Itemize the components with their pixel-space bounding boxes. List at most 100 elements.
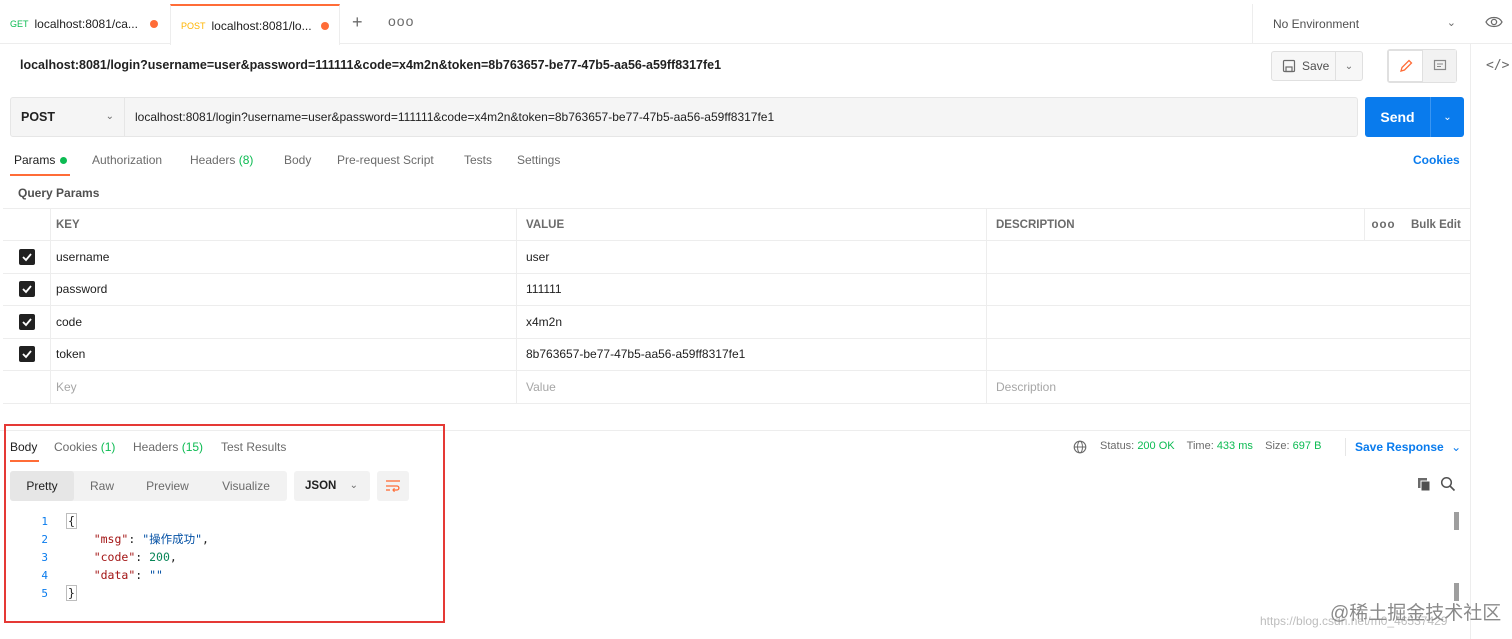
environment-label: No Environment bbox=[1273, 17, 1360, 31]
time-value[interactable]: 433 ms bbox=[1217, 440, 1253, 452]
chevron-down-icon: ⌄ bbox=[1446, 17, 1456, 29]
environment-select[interactable]: No Environment ⌄ bbox=[1252, 4, 1470, 44]
tab-headers-label: Headers bbox=[190, 153, 236, 167]
checkbox[interactable] bbox=[18, 248, 35, 265]
row-check-cell bbox=[3, 339, 50, 371]
param-value-cell[interactable]: 8b763657-be77-47b5-aa56-a59ff8317fe1 bbox=[516, 338, 986, 370]
checkbox[interactable] bbox=[18, 346, 35, 363]
param-description-cell[interactable] bbox=[986, 306, 1470, 338]
new-tab-plus-icon[interactable]: + bbox=[352, 12, 363, 33]
response-tab-test-results[interactable]: Test Results bbox=[221, 440, 286, 454]
response-tab-headers[interactable]: Headers (15) bbox=[133, 440, 203, 454]
param-value-cell[interactable]: user bbox=[516, 241, 986, 273]
url-input[interactable]: localhost:8081/login?username=user&passw… bbox=[125, 98, 1357, 136]
edit-mode-toggle bbox=[1387, 49, 1457, 83]
checkbox[interactable] bbox=[18, 281, 35, 298]
param-key-cell[interactable]: code bbox=[50, 306, 516, 338]
new-key-input[interactable]: Key bbox=[50, 371, 516, 403]
param-key-cell[interactable]: password bbox=[50, 273, 516, 305]
new-description-input[interactable]: Description bbox=[986, 371, 1470, 403]
code-line: 1 { bbox=[28, 512, 209, 530]
tab-method-badge: POST bbox=[181, 20, 206, 31]
code-close-brace: } bbox=[66, 585, 77, 601]
edit-pencil-button[interactable] bbox=[1388, 50, 1423, 82]
tab-method-badge: GET bbox=[10, 19, 29, 29]
eye-icon[interactable] bbox=[1484, 12, 1504, 32]
tab-more-icon[interactable]: ooo bbox=[388, 13, 414, 29]
send-button[interactable]: Send ⌄ bbox=[1365, 97, 1464, 137]
tab-label: localhost:8081/lo... bbox=[211, 18, 312, 33]
comments-button[interactable] bbox=[1423, 50, 1456, 82]
view-raw[interactable]: Raw bbox=[74, 471, 130, 501]
tab-params[interactable]: Params bbox=[14, 153, 68, 167]
save-response-button[interactable]: Save Response ⌄ bbox=[1355, 440, 1461, 454]
unsaved-dot-icon bbox=[150, 20, 158, 28]
param-description-cell[interactable] bbox=[986, 241, 1470, 273]
param-description-cell[interactable] bbox=[986, 338, 1470, 370]
chevron-down-icon: ⌄ bbox=[349, 480, 358, 491]
cookies-link[interactable]: Cookies bbox=[1413, 153, 1460, 167]
status-value[interactable]: 200 OK bbox=[1137, 440, 1174, 452]
copy-icon[interactable] bbox=[1416, 476, 1432, 492]
view-visualize[interactable]: Visualize bbox=[205, 471, 287, 501]
row-check-cell bbox=[3, 274, 50, 306]
checkmark-icon bbox=[21, 318, 32, 327]
json-key: "code" bbox=[93, 550, 136, 564]
chevron-down-icon: ⌄ bbox=[105, 111, 114, 122]
response-tab-cookies[interactable]: Cookies (1) bbox=[54, 440, 115, 454]
param-key-cell[interactable]: username bbox=[50, 241, 516, 273]
param-description-cell[interactable] bbox=[986, 273, 1470, 305]
tab-body[interactable]: Body bbox=[284, 153, 311, 167]
save-options-chevron-icon[interactable]: ⌄ bbox=[1336, 61, 1362, 72]
request-tab-get[interactable]: GET localhost:8081/ca... bbox=[0, 4, 168, 44]
response-status-line: Status: 200 OK Time: 433 ms Size: 697 B bbox=[1100, 440, 1321, 452]
request-tab-post[interactable]: POST localhost:8081/lo... bbox=[170, 4, 340, 45]
checkbox[interactable] bbox=[18, 313, 35, 330]
tab-bar: GET localhost:8081/ca... POST localhost:… bbox=[0, 0, 1512, 45]
table-row-new: Key Value Description bbox=[3, 371, 1470, 404]
bulk-edit-button[interactable]: Bulk Edit bbox=[1402, 209, 1470, 240]
code-punct: : bbox=[128, 532, 143, 546]
tab-authorization[interactable]: Authorization bbox=[92, 153, 162, 167]
active-tab-underline bbox=[10, 174, 70, 176]
param-value-cell[interactable]: 111111 bbox=[516, 273, 986, 305]
checkmark-icon bbox=[21, 253, 32, 262]
response-tab-body[interactable]: Body bbox=[10, 440, 37, 454]
save-button[interactable]: Save ⌄ bbox=[1271, 51, 1363, 81]
query-params-table: KEY VALUE DESCRIPTION ooo Bulk Edit user… bbox=[3, 208, 1470, 404]
line-number: 2 bbox=[41, 532, 48, 546]
new-value-input[interactable]: Value bbox=[516, 371, 986, 403]
http-method-select[interactable]: POST ⌄ bbox=[11, 98, 125, 136]
header-check-cell bbox=[3, 209, 50, 240]
code-snippet-icon[interactable]: </> bbox=[1486, 58, 1509, 73]
code-punct: : bbox=[135, 568, 150, 582]
response-body-code[interactable]: 1 { 2 "msg": "操作成功", 3 "code": 200, 4 "d… bbox=[28, 512, 209, 602]
send-options-chevron-icon[interactable]: ⌄ bbox=[1431, 97, 1464, 137]
format-select[interactable]: JSON ⌄ bbox=[294, 471, 370, 501]
code-open-brace: { bbox=[66, 513, 77, 529]
wrap-lines-button[interactable] bbox=[377, 471, 409, 501]
globe-icon[interactable] bbox=[1073, 440, 1087, 454]
code-line: 4 "data": "" bbox=[28, 566, 209, 584]
view-pretty[interactable]: Pretty bbox=[10, 471, 74, 501]
search-icon[interactable] bbox=[1440, 476, 1456, 492]
tab-settings[interactable]: Settings bbox=[517, 153, 560, 167]
size-value[interactable]: 697 B bbox=[1293, 440, 1322, 452]
status-label: Status: bbox=[1100, 440, 1135, 452]
tab-prerequest-script[interactable]: Pre-request Script bbox=[337, 153, 434, 167]
code-punct: , bbox=[169, 550, 177, 564]
response-tab-headers-label: Headers bbox=[133, 440, 179, 454]
table-row: token 8b763657-be77-47b5-aa56-a59ff8317f… bbox=[3, 338, 1470, 371]
view-preview[interactable]: Preview bbox=[130, 471, 205, 501]
param-key-cell[interactable]: token bbox=[50, 338, 516, 370]
tab-headers[interactable]: Headers (8) bbox=[190, 153, 253, 167]
response-divider[interactable] bbox=[0, 430, 1470, 431]
chevron-down-icon: ⌄ bbox=[1451, 440, 1462, 454]
response-tab-cookies-label: Cookies bbox=[54, 440, 98, 454]
tab-tests[interactable]: Tests bbox=[464, 153, 492, 167]
table-header-row: KEY VALUE DESCRIPTION ooo Bulk Edit bbox=[3, 208, 1470, 241]
scrollbar-thumb[interactable] bbox=[1454, 512, 1459, 530]
column-header-value: VALUE bbox=[516, 209, 986, 240]
table-more-icon[interactable]: ooo bbox=[1364, 209, 1402, 240]
param-value-cell[interactable]: x4m2n bbox=[516, 306, 986, 338]
